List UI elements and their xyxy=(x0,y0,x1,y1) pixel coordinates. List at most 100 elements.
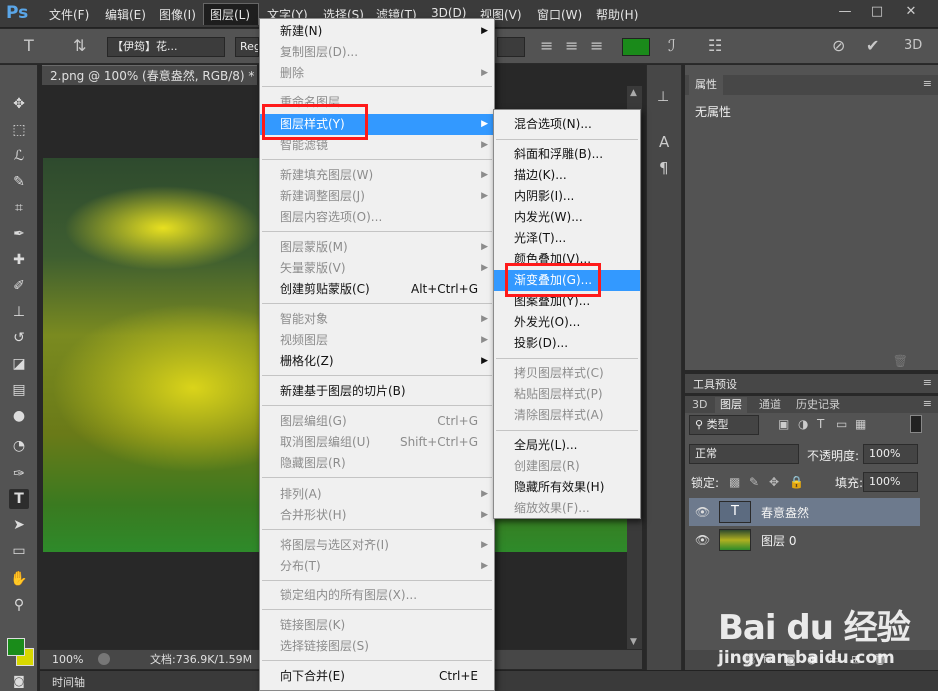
blur-tool-icon[interactable]: ● xyxy=(9,406,29,426)
menu-item-vector-mask[interactable]: 矢量蒙版(V) ▶ xyxy=(260,258,494,279)
lock-all-icon[interactable]: 🔒 xyxy=(789,475,804,489)
submenu-item-blending-options[interactable]: 混合选项(N)... xyxy=(494,114,640,135)
menu-item-layer-content-options[interactable]: 图层内容选项(O)... xyxy=(260,207,494,228)
filter-toggle-icon[interactable] xyxy=(910,415,922,433)
menu-item-arrange[interactable]: 排列(A) ▶ xyxy=(260,484,494,505)
properties-tab[interactable]: 属性 xyxy=(689,75,723,95)
paragraph-panel-icon[interactable]: ¶ xyxy=(659,159,669,177)
menu-image[interactable]: 图像(I) xyxy=(159,6,196,23)
menu-item-video-layer[interactable]: 视频图层 ▶ xyxy=(260,330,494,351)
lasso-tool-icon[interactable]: ℒ xyxy=(9,146,29,166)
filter-adjustment-icon[interactable]: ◑ xyxy=(798,417,808,431)
status-menu-icon[interactable] xyxy=(98,653,110,665)
menu-item-ungroup-layers[interactable]: 取消图层编组(U) Shift+Ctrl+G xyxy=(260,432,494,453)
submenu-item-outer-glow[interactable]: 外发光(O)... xyxy=(494,312,640,333)
eyedropper-icon[interactable]: ✒ xyxy=(9,224,29,244)
menu-help[interactable]: 帮助(H) xyxy=(596,6,638,23)
filter-smart-icon[interactable]: ▦ xyxy=(855,417,866,431)
menu-item-duplicate[interactable]: 复制图层(D)... xyxy=(260,42,494,63)
menu-layer[interactable]: 图层(L) xyxy=(210,6,250,23)
maximize-button[interactable]: □ xyxy=(864,3,890,21)
layer-filter-select[interactable]: ⚲ 类型 xyxy=(689,415,759,435)
move-tool-icon[interactable]: ✥ xyxy=(9,94,29,114)
trash-icon[interactable]: 🗑 xyxy=(893,354,908,368)
menu-item-hide-layers[interactable]: 隐藏图层(R) xyxy=(260,453,494,474)
menu-file[interactable]: 文件(F) xyxy=(49,6,89,23)
lock-position-icon[interactable]: ✥ xyxy=(769,475,779,489)
clone-stamp-icon[interactable]: ⊥ xyxy=(9,302,29,322)
align-left-icon[interactable]: ≡ xyxy=(540,36,553,55)
path-select-icon[interactable]: ➤ xyxy=(9,515,29,535)
text-orientation-icon[interactable]: ⇅ xyxy=(73,36,86,55)
dodge-tool-icon[interactable]: ◔ xyxy=(9,436,29,456)
submenu-item-stroke[interactable]: 描边(K)... xyxy=(494,165,640,186)
foreground-color-swatch[interactable] xyxy=(7,638,25,656)
menu-item-new-slice[interactable]: 新建基于图层的切片(B) xyxy=(260,381,494,402)
crop-tool-icon[interactable]: ⌗ xyxy=(9,198,29,218)
align-center-icon[interactable]: ≡ xyxy=(565,36,578,55)
filter-shape-icon[interactable]: ▭ xyxy=(836,417,847,431)
menu-item-smart-object[interactable]: 智能对象 ▶ xyxy=(260,309,494,330)
menu-item-combine-shapes[interactable]: 合并形状(H) ▶ xyxy=(260,505,494,526)
tool-presets-icon[interactable]: ⊥ xyxy=(657,89,669,105)
submenu-item-satin[interactable]: 光泽(T)... xyxy=(494,228,640,249)
menu-item-new[interactable]: 新建(N) ▶ xyxy=(260,21,494,42)
submenu-item-create-layer[interactable]: 创建图层(R) xyxy=(494,456,640,477)
font-family-select[interactable]: 【伊筠】花... xyxy=(107,37,225,57)
fill-input[interactable]: 100% xyxy=(863,472,918,492)
submenu-item-bevel-emboss[interactable]: 斜面和浮雕(B)... xyxy=(494,144,640,165)
menu-edit[interactable]: 编辑(E) xyxy=(105,6,146,23)
text-color-swatch[interactable] xyxy=(622,38,650,56)
3d-icon[interactable]: 3D xyxy=(904,38,922,53)
eraser-icon[interactable]: ◪ xyxy=(9,354,29,374)
menu-item-group-layers[interactable]: 图层编组(G) Ctrl+G xyxy=(260,411,494,432)
quick-select-icon[interactable]: ✎ xyxy=(9,172,29,192)
tab-history[interactable]: 历史记录 xyxy=(791,397,845,413)
presets-menu-icon[interactable]: ≡ xyxy=(923,376,932,389)
visibility-eye-icon[interactable]: 👁 xyxy=(695,533,710,547)
submenu-item-hide-all-effects[interactable]: 隐藏所有效果(H) xyxy=(494,477,640,498)
menu-item-merge-down[interactable]: 向下合并(E) Ctrl+E xyxy=(260,666,494,687)
menu-item-clipping-mask[interactable]: 创建剪贴蒙版(C) Alt+Ctrl+G xyxy=(260,279,494,300)
scroll-down-icon[interactable]: ▼ xyxy=(630,637,637,647)
menu-item-align-to-selection[interactable]: 将图层与选区对齐(I) ▶ xyxy=(260,535,494,556)
menu-item-lock-group-layers[interactable]: 锁定组内的所有图层(X)... xyxy=(260,585,494,606)
pen-tool-icon[interactable]: ✑ xyxy=(9,464,29,484)
character-panel-icon[interactable]: A xyxy=(659,133,669,151)
brush-tool-icon[interactable]: ✐ xyxy=(9,276,29,296)
opacity-input[interactable]: 100% xyxy=(863,444,918,464)
submenu-item-clear-style[interactable]: 清除图层样式(A) xyxy=(494,405,640,426)
minimize-button[interactable]: — xyxy=(832,3,858,21)
align-right-icon[interactable]: ≡ xyxy=(590,36,603,55)
layer-row[interactable]: 👁 T 春意盎然 xyxy=(689,498,920,526)
visibility-eye-icon[interactable]: 👁 xyxy=(695,505,710,519)
menu-item-rasterize[interactable]: 栅格化(Z) ▶ xyxy=(260,351,494,372)
lock-transparent-icon[interactable]: ▩ xyxy=(729,475,740,489)
document-tab[interactable]: 2.png @ 100% (春意盎然, RGB/8) * × xyxy=(42,65,257,85)
text-tool-icon[interactable]: T xyxy=(24,36,34,55)
submenu-item-paste-style[interactable]: 粘贴图层样式(P) xyxy=(494,384,640,405)
layers-menu-icon[interactable]: ≡ xyxy=(923,397,932,410)
scroll-up-icon[interactable]: ▲ xyxy=(630,88,637,98)
warp-text-icon[interactable]: ℐ xyxy=(668,36,676,55)
menu-item-select-linked-layers[interactable]: 选择链接图层(S) xyxy=(260,636,494,657)
panel-menu-icon[interactable]: ≡ xyxy=(923,77,932,90)
lock-pixels-icon[interactable]: ✎ xyxy=(749,475,759,489)
submenu-item-inner-glow[interactable]: 内发光(W)... xyxy=(494,207,640,228)
close-button[interactable]: ✕ xyxy=(898,3,924,21)
menu-item-delete[interactable]: 删除 ▶ xyxy=(260,63,494,84)
zoom-tool-icon[interactable]: ⚲ xyxy=(9,595,29,615)
antialias-select[interactable] xyxy=(497,37,525,57)
layer-row[interactable]: 👁 图层 0 xyxy=(689,526,920,554)
font-style-select[interactable]: Reg xyxy=(235,37,259,57)
rectangle-tool-icon[interactable]: ▭ xyxy=(9,541,29,561)
tool-presets-bar[interactable]: 工具预设 ≡ xyxy=(685,374,938,393)
hand-tool-icon[interactable]: ✋ xyxy=(9,569,29,589)
blend-mode-select[interactable]: 正常 xyxy=(689,444,799,464)
submenu-item-drop-shadow[interactable]: 投影(D)... xyxy=(494,333,640,354)
cancel-icon[interactable]: ⊘ xyxy=(832,36,845,55)
gradient-tool-icon[interactable]: ▤ xyxy=(9,380,29,400)
menu-item-link-layers[interactable]: 链接图层(K) xyxy=(260,615,494,636)
tab-layers[interactable]: 图层 xyxy=(715,397,747,413)
zoom-level[interactable]: 100% xyxy=(52,650,83,669)
